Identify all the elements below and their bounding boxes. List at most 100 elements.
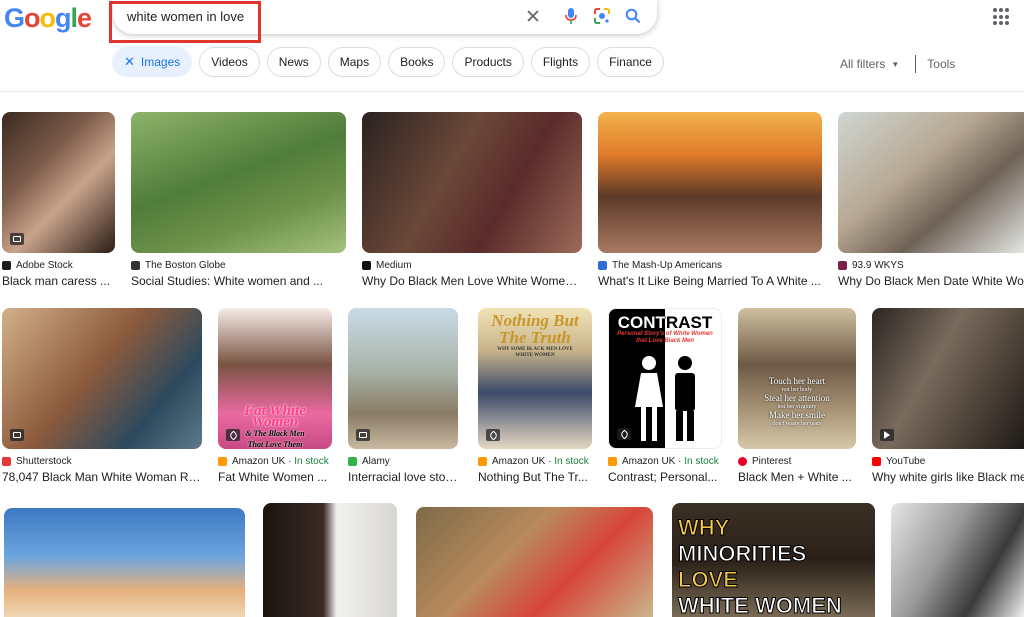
image-result[interactable]: The Mash-Up Americans What's It Like Bei… (598, 112, 822, 288)
cover-text: Touch her heart not her body Steal her a… (742, 376, 852, 427)
chip-books[interactable]: Books (388, 47, 446, 77)
result-thumbnail[interactable] (891, 503, 1024, 617)
image-result[interactable] (4, 508, 245, 617)
result-source[interactable]: 93.9 WKYS (838, 260, 1024, 271)
result-thumbnail[interactable]: Fat White Women & The Black Men That Lov… (218, 308, 332, 449)
image-result[interactable]: Alamy Interracial love stor... (348, 308, 458, 484)
result-thumbnail[interactable] (4, 508, 245, 617)
result-source[interactable]: Amazon UK · In stock (478, 456, 592, 467)
image-result[interactable]: Touch her heart not her body Steal her a… (738, 308, 856, 484)
search-input[interactable] (127, 6, 507, 26)
source-name: Medium (376, 260, 412, 271)
result-thumbnail[interactable] (416, 507, 653, 617)
image-result[interactable]: Fat White Women & The Black Men That Lov… (218, 308, 332, 484)
microphone-icon[interactable] (560, 5, 582, 27)
chip-news[interactable]: News (266, 47, 321, 77)
image-result[interactable]: Medium Why Do Black Men Love White Women… (362, 112, 582, 288)
result-title[interactable]: Social Studies: White women and ... (131, 274, 346, 288)
result-title[interactable]: Black man caress ... (2, 274, 115, 288)
logo-letter: e (77, 3, 92, 33)
result-title[interactable]: Why Do Black Men Love White Women ... (362, 274, 582, 288)
result-thumbnail[interactable] (598, 112, 822, 253)
image-result[interactable]: Shutterstock 78,047 Black Man White Woma… (2, 308, 202, 484)
result-thumbnail[interactable] (131, 112, 346, 253)
result-source[interactable]: Amazon UK · In stock (608, 456, 722, 467)
image-result[interactable]: WHY MINORITIES LOVE WHITE WOMEN (672, 503, 875, 617)
result-thumbnail[interactable]: Nothing But The Truth WHY SOME BLACK MEN… (478, 308, 592, 449)
apps-grid-icon[interactable] (993, 8, 1011, 26)
all-filters-button[interactable]: All filters (840, 57, 885, 71)
result-source[interactable]: YouTube (872, 456, 1024, 467)
source-name: The Mash-Up Americans (612, 260, 723, 271)
close-icon[interactable]: ✕ (124, 54, 135, 70)
cover-line: WHITE WOMEN (678, 593, 843, 617)
chip-flights[interactable]: Flights (530, 47, 591, 77)
source-name: The Boston Globe (145, 260, 226, 271)
result-title[interactable]: What's It Like Being Married To A White … (598, 274, 822, 288)
cover-line: LOVE (678, 567, 739, 593)
google-lens-icon[interactable] (591, 5, 613, 27)
result-thumbnail[interactable] (2, 308, 202, 449)
result-title[interactable]: Interracial love stor... (348, 470, 458, 484)
result-title[interactable]: Why white girls like Black men (872, 470, 1024, 484)
image-result[interactable] (263, 503, 397, 617)
result-title[interactable]: Why Do Black Men Date White Women (838, 274, 1024, 288)
image-result[interactable]: Adobe Stock Black man caress ... (2, 112, 115, 288)
source-name: YouTube (886, 456, 926, 467)
image-result[interactable]: 93.9 WKYS Why Do Black Men Date White Wo… (838, 112, 1024, 288)
chip-label: Products (464, 55, 512, 69)
cover-text: WHY MINORITIES LOVE WHITE WOMEN (678, 515, 843, 617)
result-source[interactable]: Amazon UK · In stock (218, 456, 332, 467)
result-thumbnail[interactable] (263, 503, 397, 617)
result-thumbnail[interactable]: Touch her heart not her body Steal her a… (738, 308, 856, 449)
youtube-icon (872, 457, 881, 466)
pinterest-icon (738, 457, 747, 466)
image-result[interactable]: YouTube Why white girls like Black men (872, 308, 1024, 484)
close-icon[interactable] (522, 5, 544, 27)
image-icon (10, 429, 24, 441)
image-result[interactable]: CONTRAST Personal Story's of White Women… (608, 308, 722, 484)
search-icon[interactable] (622, 5, 644, 27)
source-name: Amazon UK (622, 456, 676, 467)
result-thumbnail[interactable]: WHY MINORITIES LOVE WHITE WOMEN (672, 503, 875, 617)
chip-videos[interactable]: Videos (199, 47, 260, 77)
image-result[interactable] (891, 503, 1024, 617)
result-thumbnail[interactable] (838, 112, 1024, 253)
image-result[interactable] (416, 507, 653, 617)
chip-products[interactable]: Products (452, 47, 524, 77)
result-source[interactable]: Adobe Stock (2, 260, 115, 271)
caret-down-icon[interactable]: ▼ (891, 60, 899, 69)
result-thumbnail[interactable] (348, 308, 458, 449)
result-source[interactable]: The Mash-Up Americans (598, 260, 822, 271)
result-thumbnail[interactable] (2, 112, 115, 253)
search-box[interactable] (113, 0, 657, 34)
result-title[interactable]: Contrast; Personal... (608, 470, 722, 484)
source-name: 93.9 WKYS (852, 260, 904, 271)
cover-text: Nothing But The Truth WHY SOME BLACK MEN… (480, 312, 590, 359)
tools-button[interactable]: Tools (927, 57, 955, 71)
result-source[interactable]: Medium (362, 260, 582, 271)
cover-text: Fat White Women & The Black Men That Lov… (222, 403, 328, 450)
cover-line: WHITE WOMEN (515, 353, 555, 358)
result-thumbnail[interactable]: CONTRAST Personal Story's of White Women… (608, 308, 722, 449)
chip-maps[interactable]: Maps (327, 47, 382, 77)
chip-finance[interactable]: Finance (597, 47, 664, 77)
result-title[interactable]: Nothing But The Tr... (478, 470, 592, 484)
amazon-icon (218, 457, 227, 466)
google-logo[interactable]: Google (4, 3, 92, 34)
result-source[interactable]: Alamy (348, 456, 458, 467)
header-divider (0, 91, 1024, 92)
chip-images[interactable]: ✕ Images (112, 47, 193, 77)
result-title[interactable]: Black Men + White ... (738, 470, 856, 484)
result-thumbnail[interactable] (362, 112, 582, 253)
chip-label: Maps (339, 55, 370, 69)
cover-line: Fat White Women (244, 403, 306, 430)
result-source[interactable]: Pinterest (738, 456, 856, 467)
result-title[interactable]: Fat White Women ... (218, 470, 332, 484)
result-source[interactable]: The Boston Globe (131, 260, 346, 271)
image-result[interactable]: Nothing But The Truth WHY SOME BLACK MEN… (478, 308, 592, 484)
result-source[interactable]: Shutterstock (2, 456, 202, 467)
result-thumbnail[interactable] (872, 308, 1024, 449)
result-title[interactable]: 78,047 Black Man White Woman Ro... (2, 470, 202, 484)
image-result[interactable]: The Boston Globe Social Studies: White w… (131, 112, 346, 288)
